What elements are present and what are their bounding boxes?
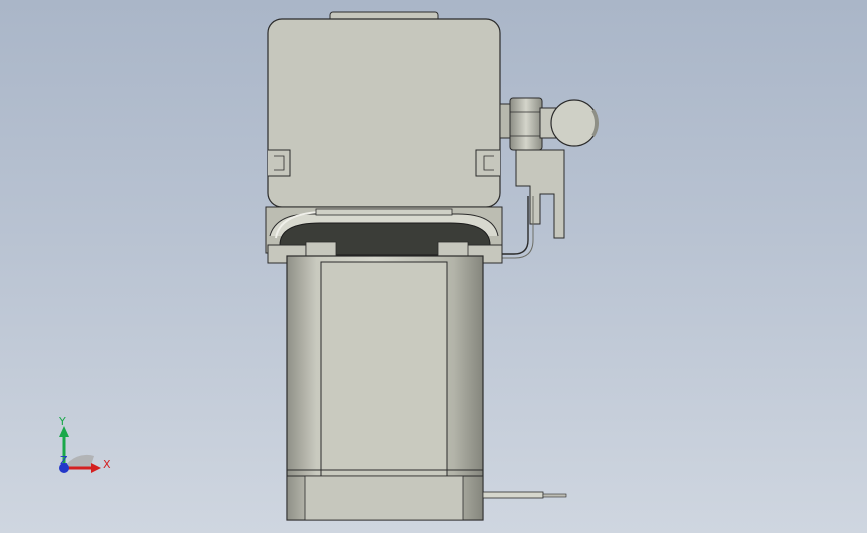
- cad-viewport[interactable]: Y X Z: [0, 0, 867, 533]
- mounting-bracket: [500, 149, 565, 259]
- motor-body: [286, 255, 484, 521]
- top-housing: [267, 11, 501, 208]
- y-axis-label: Y: [58, 415, 66, 428]
- motor-cable: [482, 491, 567, 499]
- z-axis-label: Z: [60, 454, 68, 467]
- elbow-fitting: [499, 97, 599, 151]
- x-axis-label: X: [103, 458, 111, 471]
- axis-triad[interactable]: Y X Z: [50, 410, 130, 490]
- motor-assembly-model[interactable]: [0, 0, 867, 533]
- coupling-band: [265, 206, 503, 264]
